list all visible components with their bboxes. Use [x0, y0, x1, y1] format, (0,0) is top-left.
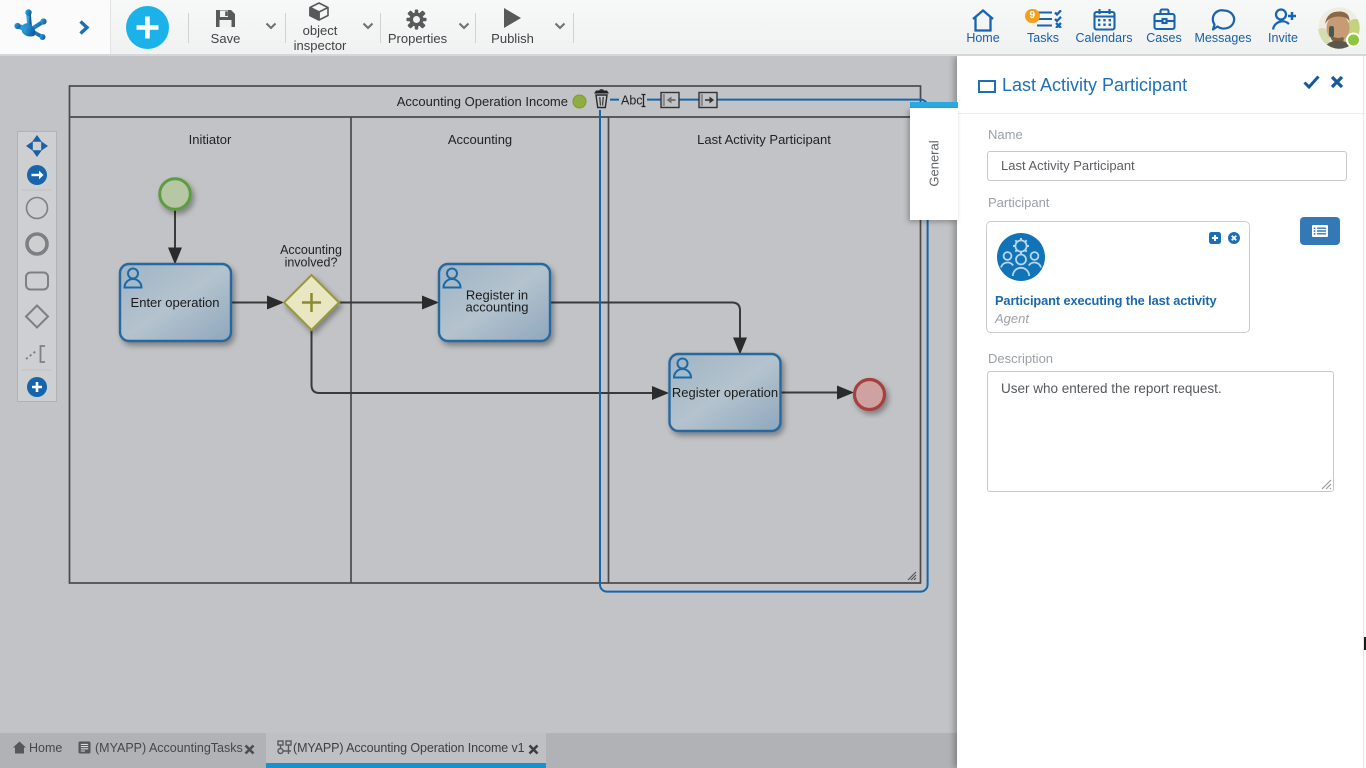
svg-text:Accounting Operation Income: Accounting Operation Income [397, 94, 568, 109]
svg-text:Last Activity Participant: Last Activity Participant [697, 132, 831, 147]
svg-text:Enter operation: Enter operation [131, 295, 220, 310]
svg-text:involved?: involved? [285, 256, 338, 270]
svg-text:accounting: accounting [466, 300, 529, 315]
svg-text:Abc: Abc [621, 94, 643, 108]
svg-text:Register operation: Register operation [672, 385, 778, 400]
svg-text:Initiator: Initiator [189, 132, 232, 147]
svg-text:Accounting: Accounting [448, 132, 512, 147]
